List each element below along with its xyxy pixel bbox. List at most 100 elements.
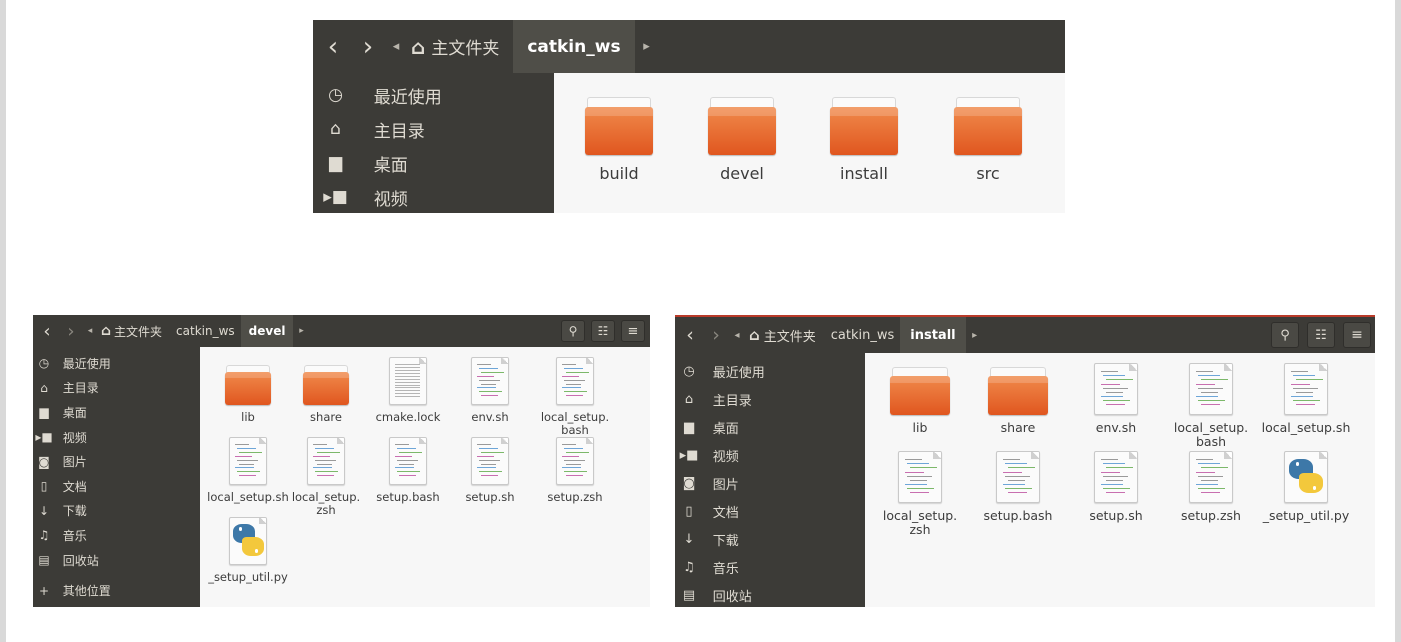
menu-button[interactable]: ≡ — [1343, 322, 1371, 348]
breadcrumb-current[interactable]: install — [900, 317, 966, 353]
sidebar-item-7[interactable]: ♫ 音乐 — [33, 523, 200, 548]
sidebar-item-8[interactable]: ▤ 回收站 — [675, 581, 865, 607]
sidebar-item-3[interactable]: ▸■ 视频 — [675, 441, 865, 469]
file-item[interactable]: _setup_util.py — [205, 517, 291, 584]
sidebar-item-4[interactable]: ◙ 图片 — [33, 449, 200, 474]
sidebar-item-5[interactable]: ▯ 文档 — [675, 497, 865, 525]
triangle-right-icon: ▸ — [643, 39, 650, 54]
sidebar-item-0[interactable]: ◷ 最近使用 — [33, 351, 200, 376]
view-toggle-button[interactable]: ☷ — [591, 320, 615, 342]
home-icon: ⌂ — [330, 119, 341, 139]
forward-button[interactable]: › — [705, 317, 727, 353]
sidebar-item-4[interactable]: ◙ 图片 — [675, 469, 865, 497]
forward-button[interactable]: › — [353, 20, 383, 73]
sidebar-item-0[interactable]: ◷ 最近使用 — [675, 357, 865, 385]
text-line — [907, 488, 935, 490]
folder-item[interactable]: devel — [687, 87, 797, 183]
sidebar-item-9[interactable]: + 其他位置 — [33, 578, 200, 603]
breadcrumb-left-arrow[interactable]: ◂ — [81, 315, 99, 347]
script-file-icon — [307, 437, 345, 485]
file-item[interactable]: setup.sh — [1068, 451, 1164, 523]
breadcrumb-current[interactable]: catkin_ws — [513, 20, 635, 73]
item-icon-box — [556, 437, 594, 485]
sidebar-item-8[interactable]: ▤ 回收站 — [33, 548, 200, 573]
item-icon-box — [585, 87, 653, 155]
folder-item[interactable]: lib — [872, 363, 968, 435]
search-button[interactable]: ⚲ — [561, 320, 585, 342]
sidebar-item-2[interactable]: ▆ 桌面 — [313, 146, 554, 180]
text-line — [313, 455, 330, 457]
forward-button[interactable]: › — [61, 315, 81, 347]
sidebar: ◷ 最近使用 ⌂ 主目录 ▆ 桌面 ▸■ 视频 ◙ 图片 ▯ 文档 ↓ 下载 ♫ 音乐 ▤ 回收站 + 其他位置 — [33, 347, 200, 607]
file-item[interactable]: setup.bash — [365, 437, 451, 504]
folder-body — [890, 375, 950, 415]
breadcrumb-home[interactable]: ⌂ 主文件夹 — [747, 317, 825, 353]
text-line — [1103, 387, 1128, 389]
folder-item[interactable]: share — [283, 357, 369, 424]
folder-item[interactable]: install — [809, 87, 919, 183]
breadcrumb-left-arrow[interactable]: ◂ — [383, 20, 409, 73]
file-item[interactable]: local_setup. zsh — [872, 451, 968, 538]
text-line — [566, 475, 583, 477]
breadcrumb-right-arrow[interactable]: ▸ — [966, 317, 984, 353]
sidebar-item-6[interactable]: ↓ 下载 — [675, 525, 865, 553]
file-item[interactable]: env.sh — [1068, 363, 1164, 435]
file-item[interactable]: setup.bash — [970, 451, 1066, 523]
triangle-left-icon: ◂ — [392, 39, 400, 54]
file-item[interactable]: local_setup. zsh — [283, 437, 369, 517]
sidebar-item-7[interactable]: ♫ 音乐 — [675, 553, 865, 581]
breadcrumb-current[interactable]: devel — [240, 315, 294, 347]
breadcrumb-home[interactable]: ⌂ 主文件夹 — [99, 315, 170, 347]
folder-item[interactable]: src — [933, 87, 1043, 183]
breadcrumb-home[interactable]: ⌂ 主文件夹 — [409, 20, 513, 73]
breadcrumb-parent[interactable]: catkin_ws — [170, 315, 241, 347]
sidebar-item-2[interactable]: ▆ 桌面 — [675, 413, 865, 441]
view-toggle-button[interactable]: ☷ — [1307, 322, 1335, 348]
text-line — [562, 467, 581, 469]
breadcrumb-right-arrow[interactable]: ▸ — [293, 315, 309, 347]
file-view: lib share env.sh local_setup. bash local_set… — [865, 353, 1375, 607]
back-button[interactable]: ‹ — [675, 317, 705, 353]
file-item[interactable]: setup.zsh — [1163, 451, 1259, 523]
hamburger-menu-icon: ≡ — [627, 323, 639, 339]
sidebar-item-5[interactable]: ▯ 文档 — [33, 474, 200, 499]
sidebar-item-1[interactable]: ⌂ 主目录 — [675, 385, 865, 413]
text-line — [1198, 475, 1223, 477]
text-line — [1195, 484, 1218, 485]
text-line — [1195, 459, 1213, 460]
sidebar-item-1[interactable]: ⌂ 主目录 — [33, 376, 200, 401]
file-item[interactable]: _setup_util.py — [1258, 451, 1354, 523]
file-item[interactable]: local_setup. bash — [532, 357, 618, 437]
titlebar: ‹ › ◂ ⌂ 主文件夹 catkin_ws install ▸ ⚲ ☷ ≡ — [675, 315, 1375, 353]
file-item[interactable]: local_setup.sh — [1258, 363, 1354, 435]
sidebar-item-2[interactable]: ▆ 桌面 — [33, 400, 200, 425]
file-item[interactable]: setup.zsh — [532, 437, 618, 504]
file-item[interactable]: setup.sh — [447, 437, 533, 504]
folder-body — [830, 107, 898, 155]
file-item[interactable]: cmake.lock — [365, 357, 451, 424]
sidebar-item-3[interactable]: ▸■ 视频 — [313, 180, 554, 213]
folder-item[interactable]: build — [564, 87, 674, 183]
text-line — [1293, 400, 1321, 402]
menu-button[interactable]: ≡ — [621, 320, 645, 342]
item-icon-box — [229, 437, 267, 485]
video-icon: ▸■ — [679, 447, 699, 463]
file-item[interactable]: env.sh — [447, 357, 533, 424]
back-button[interactable]: ‹ — [313, 20, 353, 73]
text-line — [481, 383, 496, 385]
sidebar-item-0[interactable]: ◷ 最近使用 — [313, 78, 554, 112]
back-button[interactable]: ‹ — [33, 315, 61, 347]
search-button[interactable]: ⚲ — [1271, 322, 1299, 348]
file-item[interactable]: local_setup. bash — [1163, 363, 1259, 450]
folder-item[interactable]: share — [970, 363, 1066, 435]
script-file-icon — [471, 357, 509, 405]
breadcrumb-right-arrow[interactable]: ▸ — [635, 20, 659, 73]
plus-icon: + — [38, 583, 50, 598]
sidebar-item-3[interactable]: ▸■ 视频 — [33, 425, 200, 450]
breadcrumb-left-arrow[interactable]: ◂ — [727, 317, 747, 353]
file-item[interactable]: local_setup.sh — [205, 437, 291, 504]
sidebar-item-6[interactable]: ↓ 下载 — [33, 499, 200, 524]
breadcrumb-parent[interactable]: catkin_ws — [825, 317, 901, 353]
sidebar-item-1[interactable]: ⌂ 主目录 — [313, 112, 554, 146]
folder-item[interactable]: lib — [205, 357, 291, 424]
